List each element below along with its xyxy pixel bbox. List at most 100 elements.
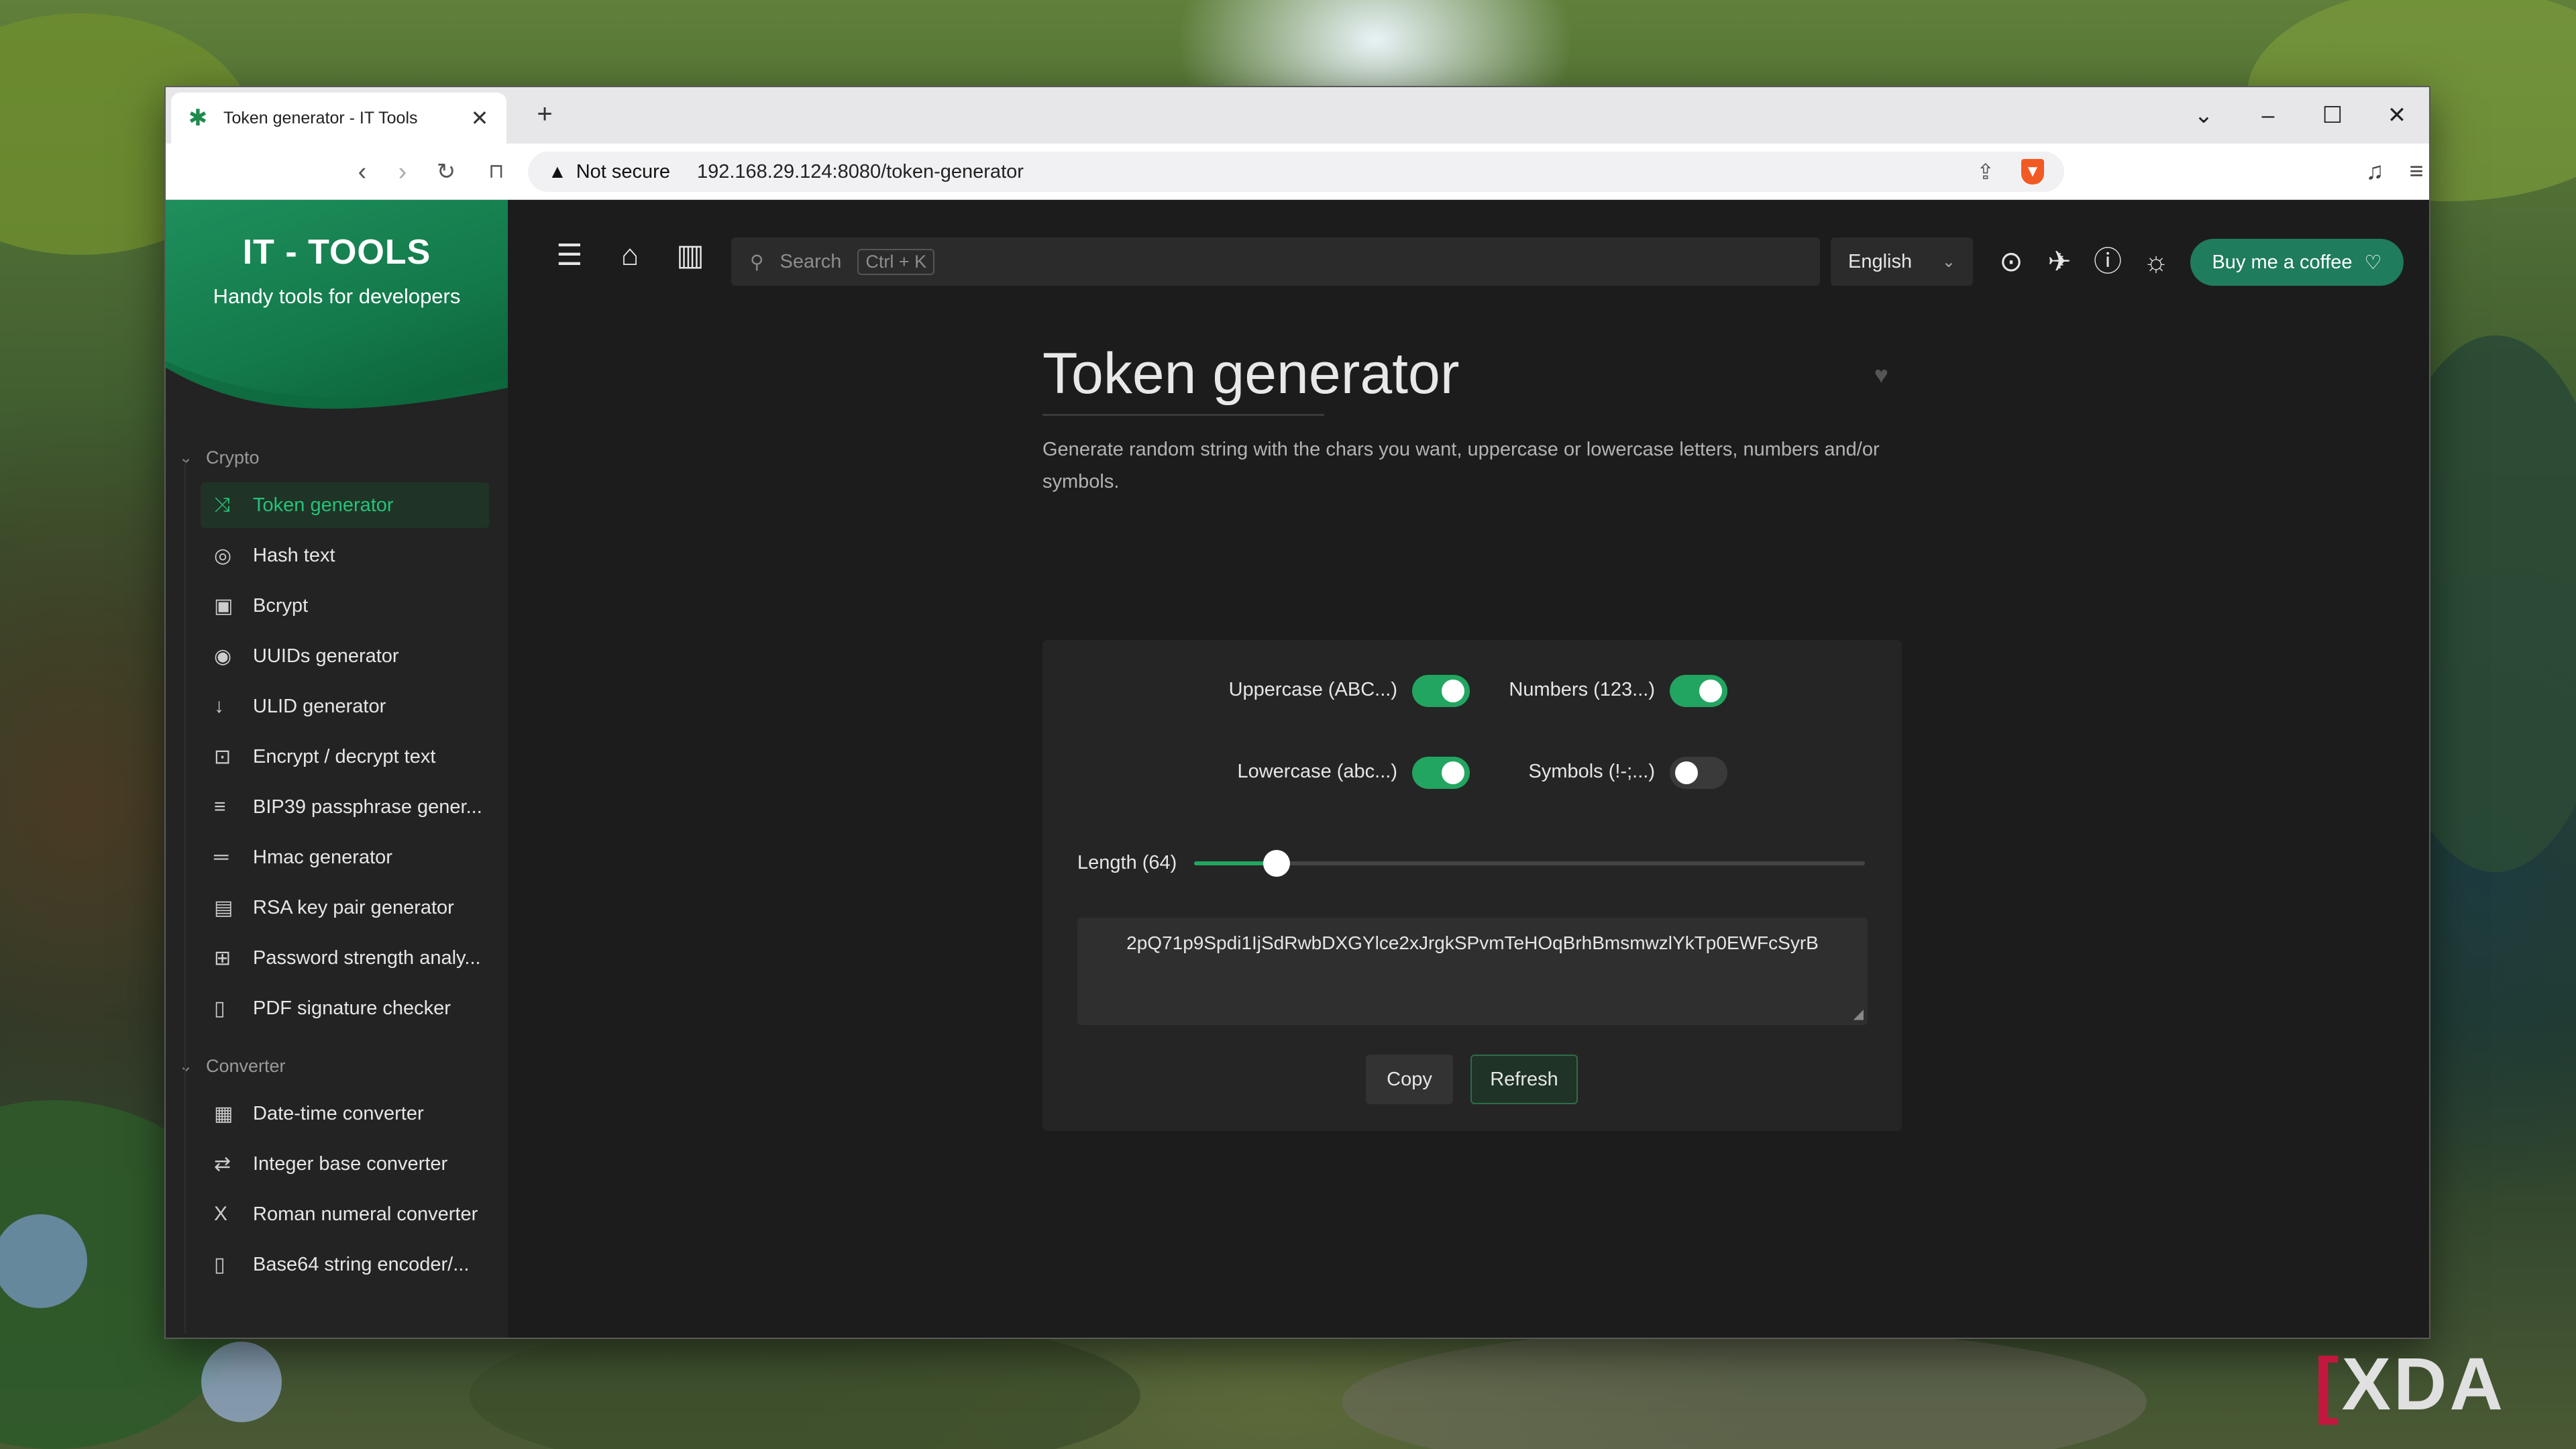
chevron-down-icon: ⌄ — [1941, 252, 1955, 271]
copy-button[interactable]: Copy — [1366, 1055, 1453, 1104]
title-divider — [1042, 414, 1324, 416]
media-icon[interactable]: ♫ — [2358, 157, 2392, 185]
sidebar-item-label: Date-time converter — [253, 1102, 424, 1124]
address-bar[interactable]: ▲ Not secure 192.168.29.124:8080/token-g… — [528, 152, 2064, 192]
symbols-toggle[interactable] — [1670, 757, 1727, 789]
sidebar-item-pdf-signature[interactable]: ▯ PDF signature checker — [201, 985, 489, 1031]
sidebar-item-bcrypt[interactable]: ▣ Bcrypt — [201, 583, 489, 629]
tab-title: Token generator - IT Tools — [223, 108, 418, 127]
section-converter[interactable]: ⌄ Converter — [166, 1046, 508, 1086]
tab-close-icon[interactable]: ✕ — [468, 105, 492, 131]
sidebar-item-base64[interactable]: ▯ Base64 string encoder/... — [201, 1242, 489, 1287]
sidebar-item-date-time[interactable]: ▦ Date-time converter — [201, 1091, 489, 1136]
search-bar[interactable]: ⚲ Search Ctrl + K — [731, 237, 1820, 286]
sidebar-item-token-generator[interactable]: ⤨ Token generator — [201, 482, 489, 528]
sidebar-item-label: Token generator — [253, 494, 394, 516]
section-crypto[interactable]: ⌄ Crypto — [166, 437, 508, 478]
watermark-bracket: [ — [2314, 1343, 2342, 1426]
sort-numbers-icon: ↓ — [214, 695, 224, 717]
sidebar: IT - TOOLS Handy tools for developers ⌄ … — [166, 200, 508, 1338]
length-slider[interactable] — [1194, 850, 1865, 877]
favorite-heart-icon[interactable]: ♥ — [1874, 361, 1888, 389]
tab-list-chevron-icon[interactable]: ⌄ — [2171, 102, 2236, 129]
hamburger-menu-icon[interactable]: ☰ — [551, 239, 588, 272]
file-digit-icon: ▯ — [214, 1253, 225, 1276]
arrows-left-right-icon: ⇄ — [214, 1152, 231, 1175]
refresh-button[interactable]: Refresh — [1470, 1055, 1578, 1104]
sidebar-item-ulid-generator[interactable]: ↓ ULID generator — [201, 684, 489, 729]
maximize-icon[interactable]: ☐ — [2300, 102, 2365, 129]
minimize-icon[interactable]: – — [2236, 103, 2300, 129]
length-label: Length (64) — [1077, 852, 1177, 873]
length-slider-handle[interactable] — [1263, 850, 1291, 877]
it-tools-app: IT - TOOLS Handy tools for developers ⌄ … — [166, 200, 2429, 1338]
sidebar-item-label: Hash text — [253, 544, 335, 566]
sidebar-item-rsa[interactable]: ▤ RSA key pair generator — [201, 885, 489, 930]
twitter-icon[interactable]: ✈ — [2041, 241, 2078, 282]
uppercase-label: Uppercase (ABC...) — [1228, 679, 1397, 700]
sidebar-item-label: Base64 string encoder/... — [253, 1253, 470, 1275]
app-tagline: Handy tools for developers — [213, 284, 461, 308]
language-select[interactable]: English ⌄ — [1831, 237, 1973, 286]
chevron-down-icon: ⌄ — [179, 1057, 193, 1075]
sidebar-item-integer-base[interactable]: ⇄ Integer base converter — [201, 1141, 489, 1187]
search-shortcut: Ctrl + K — [857, 248, 935, 275]
browser-tab[interactable]: ✱ Token generator - IT Tools ✕ — [171, 93, 506, 144]
reload-icon[interactable]: ↻ — [429, 157, 463, 186]
not-secure-label[interactable]: Not secure — [576, 161, 670, 183]
it-tools-favicon-icon: ✱ — [188, 105, 208, 131]
sidebar-item-label: Bcrypt — [253, 594, 309, 616]
menu-guide-line — [184, 462, 186, 1334]
search-placeholder: Search — [780, 250, 842, 272]
share-icon[interactable]: ⇪ — [1976, 159, 1994, 184]
browser-menu-icon[interactable]: ≡ — [2400, 157, 2429, 185]
github-icon[interactable]: ⊙ — [1992, 241, 2030, 282]
sidebar-item-label: PDF signature checker — [253, 997, 451, 1019]
sidebar-item-hash-text[interactable]: ◎ Hash text — [201, 533, 489, 578]
section-title: Converter — [206, 1055, 286, 1076]
sidebar-item-uuids-generator[interactable]: ◉ UUIDs generator — [201, 633, 489, 679]
shuffle-icon: ⤨ — [214, 494, 230, 516]
new-tab-button[interactable]: + — [528, 99, 561, 129]
lowercase-label: Lowercase (abc...) — [1237, 761, 1397, 782]
lock-icon: ⊡ — [214, 745, 231, 768]
list-icon: ≡ — [214, 796, 226, 818]
sidebar-item-hmac[interactable]: ═ Hmac generator — [201, 835, 489, 880]
back-icon[interactable]: ‹ — [345, 157, 379, 186]
browser-window: ✱ Token generator - IT Tools ✕ + ⌄ – ☐ ✕… — [164, 86, 2430, 1339]
token-value: 2pQ71p9Spdi1IjSdRwbDXGYlce2xJrgkSPvmTeHO… — [1126, 932, 1819, 953]
hero-wave-decoration — [166, 361, 508, 421]
section-title: Crypto — [206, 447, 260, 468]
sidebar-item-encrypt-decrypt[interactable]: ⊡ Encrypt / decrypt text — [201, 734, 489, 780]
token-output[interactable]: 2pQ71p9Spdi1IjSdRwbDXGYlce2xJrgkSPvmTeHO… — [1077, 918, 1868, 1025]
url-text[interactable]: 192.168.29.124:8080/token-generator — [697, 161, 1976, 183]
tool-menu: ⌄ Crypto ⤨ Token generator ◎ Hash text ▣… — [166, 421, 508, 1287]
calendar-icon: ▦ — [214, 1102, 233, 1125]
buy-me-a-coffee-button[interactable]: Buy me a coffee ♡ — [2190, 239, 2404, 286]
window-controls: ⌄ – ☐ ✕ — [2171, 87, 2429, 144]
sidebar-hero[interactable]: IT - TOOLS Handy tools for developers — [166, 200, 508, 421]
paint-roller-icon[interactable]: ▥ — [672, 239, 709, 272]
forward-icon[interactable]: › — [386, 157, 419, 186]
sidebar-item-password-strength[interactable]: ⊞ Password strength analy... — [201, 935, 489, 981]
sidebar-item-bip39[interactable]: ≡ BIP39 passphrase gener... — [201, 784, 489, 830]
uppercase-toggle[interactable] — [1412, 675, 1470, 707]
bookmark-icon[interactable]: ⊓ — [480, 157, 513, 186]
sidebar-item-label: ULID generator — [253, 695, 386, 717]
info-icon[interactable]: ⓘ — [2089, 241, 2127, 282]
home-icon[interactable]: ⌂ — [611, 239, 649, 272]
password-icon: ⊞ — [214, 947, 231, 969]
resize-grip-icon[interactable]: ◢ — [1854, 1006, 1864, 1022]
brave-shield-icon[interactable]: ▼ — [2021, 159, 2044, 184]
numbers-toggle[interactable] — [1670, 675, 1727, 707]
sidebar-item-label: Hmac generator — [253, 846, 392, 868]
theme-toggle-icon[interactable]: ☼ — [2137, 241, 2175, 282]
letter-x-icon: X — [214, 1203, 228, 1225]
numbers-label: Numbers (123...) — [1509, 679, 1655, 700]
search-icon: ⚲ — [750, 251, 764, 272]
sidebar-item-roman-numeral[interactable]: X Roman numeral converter — [201, 1191, 489, 1237]
heart-icon: ♡ — [2364, 252, 2382, 274]
lowercase-toggle[interactable] — [1412, 757, 1470, 789]
eye-off-icon: ◎ — [214, 544, 232, 567]
close-window-icon[interactable]: ✕ — [2365, 102, 2429, 129]
